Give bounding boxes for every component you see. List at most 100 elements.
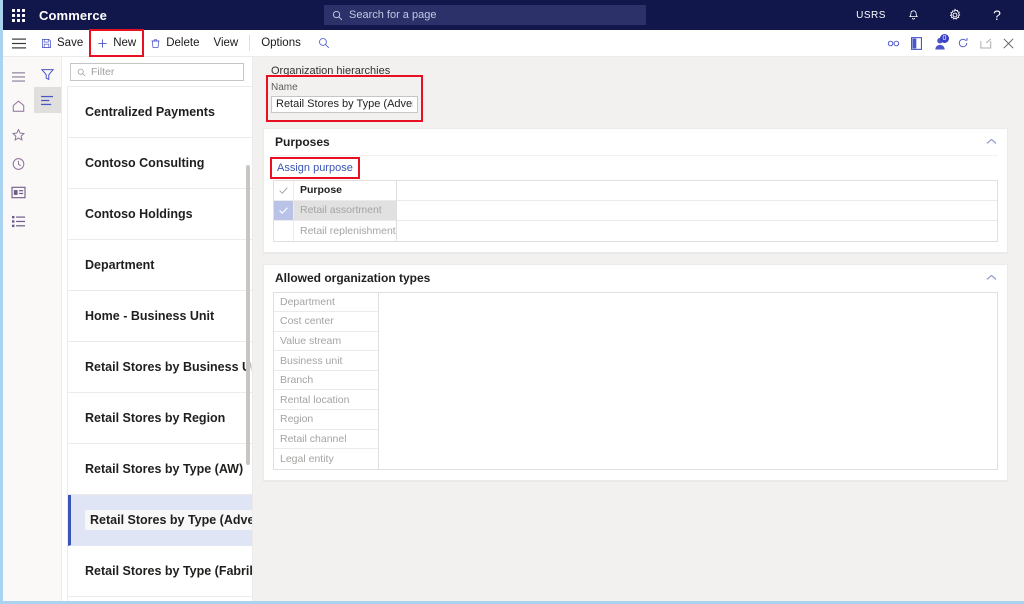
allowed-type-row[interactable]: Cost center [274,312,378,332]
user-presence-icon[interactable]: 0 [928,30,951,56]
list-item[interactable]: Retail Stores by Type (AW) [68,444,252,495]
recent-clock-icon[interactable] [3,149,34,178]
application-window: Commerce USRS ? Save [0,0,1024,604]
list-item[interactable]: Retail Stores by Type (Fabrik.. [68,546,252,597]
list-item-label: Centralized Payments [85,105,215,119]
filter-area [62,57,252,86]
allowed-type-row[interactable]: Department [274,293,378,313]
list-item-label: Retail Stores by Business Unit [85,360,252,374]
list-item[interactable]: Retail Stores by Region [68,393,252,444]
assign-purpose-button[interactable]: Assign purpose [270,156,360,179]
purposes-card: Purposes Assign purpose Purpose Retail a… [263,127,1008,253]
trash-icon [150,38,161,49]
list-item[interactable]: Centralized Payments [68,87,252,138]
filter-input[interactable] [91,66,237,78]
new-button[interactable]: New [89,29,145,57]
allowed-types-grid: Department Cost center Value stream Busines… [273,291,998,470]
gear-icon[interactable] [934,0,976,30]
allowed-types-card: Allowed organization types Department Cos… [263,263,1008,481]
global-search[interactable] [324,5,646,25]
allowed-type-row[interactable]: Business unit [274,351,378,371]
chevron-up-icon[interactable] [986,274,997,281]
navigation-menu-icon[interactable] [3,62,34,91]
view-label: View [213,37,239,49]
allowed-type-row[interactable]: Region [274,410,378,430]
close-icon[interactable] [997,30,1020,56]
purposes-body: Assign purpose Purpose Retail assortment… [264,154,1007,252]
checkmark-icon [279,206,288,214]
list-item-label: Retail Stores by Type (Advent [85,510,252,530]
plus-icon [97,38,108,49]
help-icon[interactable]: ? [976,0,1018,30]
records-list-pane: Centralized Payments Contoso Consulting Co… [62,57,253,601]
left-navigation-rail [3,57,34,601]
list-item-label: Home - Business Unit [85,309,215,323]
purposes-header-filler [397,181,997,201]
filter-box[interactable] [70,63,244,81]
allowed-type-row[interactable]: Rental location [274,390,378,411]
refresh-icon[interactable] [951,30,974,56]
purposes-header[interactable]: Purposes [264,129,1007,155]
hamburger-menu-icon[interactable] [3,30,34,56]
list-view-icon[interactable] [34,87,61,113]
delete-label: Delete [166,37,200,49]
search-input[interactable] [349,9,638,21]
popout-icon[interactable] [974,30,997,56]
list-item[interactable]: Contoso Consulting [68,138,252,189]
purposes-row-check-0[interactable] [274,200,293,221]
purposes-check-column [274,180,294,241]
purposes-row-label-0[interactable]: Retail assortment [294,200,396,221]
purposes-column-header[interactable]: Purpose [294,181,396,201]
search-icon [77,68,86,77]
allowed-type-row[interactable]: Branch [274,371,378,391]
bell-icon[interactable] [892,0,934,30]
list-scrollbar[interactable] [246,165,250,465]
allowed-type-row[interactable]: Retail channel [274,430,378,450]
list-item-label: Retail Stores by Type (Fabrik.. [85,564,252,578]
page-body: Centralized Payments Contoso Consulting Co… [3,57,1024,601]
purposes-name-column: Purpose Retail assortment Retail repleni… [294,180,397,241]
chevron-up-icon[interactable] [986,138,997,145]
office-app-icon[interactable] [905,30,928,56]
options-label: Options [261,37,301,49]
workspaces-icon[interactable] [3,178,34,207]
allowed-types-header[interactable]: Allowed organization types [264,265,1007,291]
user-initials[interactable]: USRS [850,0,892,30]
attach-link-icon[interactable] [882,30,905,56]
favorites-star-icon[interactable] [3,120,34,149]
view-button[interactable]: View [206,30,245,56]
search-icon [332,10,343,21]
purposes-row-check-1[interactable] [274,221,293,241]
options-button[interactable]: Options [254,30,308,56]
purposes-row-label-1[interactable]: Retail replenishment [294,221,396,241]
home-icon[interactable] [3,91,34,120]
save-label: Save [57,37,84,49]
save-button[interactable]: Save [34,30,90,56]
app-launcher-icon[interactable] [3,0,33,30]
allowed-type-row[interactable]: Legal entity [274,449,378,469]
command-search-icon[interactable] [308,30,337,56]
top-right-actions: USRS ? [850,0,1018,30]
list-item-selected[interactable]: Retail Stores by Type (Advent [68,495,252,546]
purposes-empty-column [397,181,997,241]
command-separator [249,35,251,51]
top-navigation-bar: Commerce USRS ? [3,0,1024,30]
purposes-toolbar: Assign purpose [270,154,998,180]
name-label: Name [271,82,298,93]
list-item[interactable]: Retail Stores by Business Unit [68,342,252,393]
save-icon [41,38,52,49]
delete-button[interactable]: Delete [143,30,206,56]
purposes-row-filler-1 [397,221,997,241]
list-item-label: Contoso Consulting [85,156,205,170]
modules-list-icon[interactable] [3,207,34,236]
allowed-types-column: Department Cost center Value stream Busines… [274,292,379,469]
name-field-group: Name [266,75,423,122]
list-item-label: Contoso Holdings [85,207,193,221]
list-item[interactable]: Department [68,240,252,291]
allowed-type-row[interactable]: Value stream [274,332,378,352]
name-input[interactable] [271,95,418,113]
new-label: New [113,37,137,49]
list-item[interactable]: Contoso Holdings [68,189,252,240]
list-item[interactable]: Home - Business Unit [68,291,252,342]
filter-funnel-icon[interactable] [34,61,61,87]
